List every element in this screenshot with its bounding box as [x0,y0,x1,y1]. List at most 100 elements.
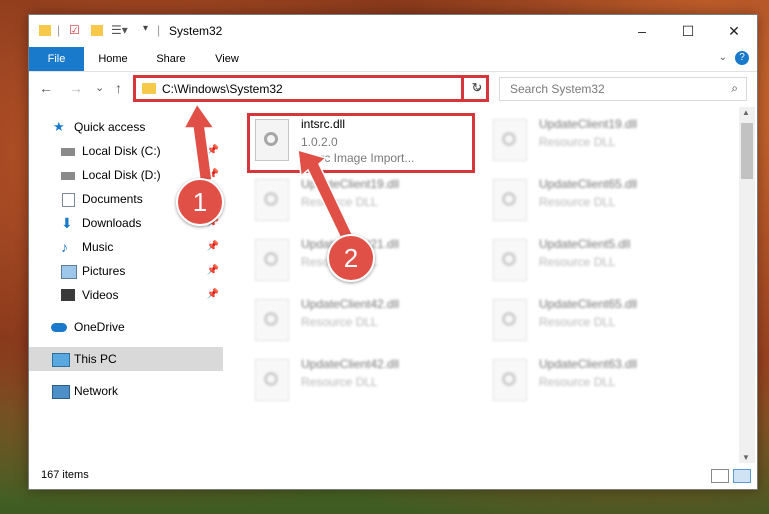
computer-icon [52,353,70,367]
large-icons-view-icon[interactable] [733,469,751,483]
file-item[interactable]: UpdateClient63.dll Resource DLL [487,353,717,411]
network-icon [52,385,70,399]
file-item[interactable]: UpdateClient65.dll Resource DLL [487,173,717,231]
sidebar-item-label: Downloads [82,216,142,230]
highlight-address-bar [133,75,489,102]
file-description: Resource DLL [539,135,616,149]
step-badge-1: 1 [176,178,224,226]
file-item[interactable]: UpdateClient65.dll Resource DLL [487,293,717,351]
pin-icon[interactable]: 📌 [207,235,219,259]
sidebar-item-label: OneDrive [74,320,125,334]
chevron-down-icon[interactable]: ⌄ [719,52,727,63]
dll-file-icon [493,359,527,401]
file-name: UpdateClient65.dll [539,177,638,191]
dll-file-icon [493,179,527,221]
file-item[interactable]: UpdateClient42.dll Resource DLL [249,353,479,411]
file-name: UpdateClient19.dll [301,177,400,191]
cloud-icon [51,323,67,332]
sidebar-item-label: Music [82,240,114,254]
new-folder-icon[interactable] [91,25,103,36]
dll-file-icon [255,179,289,221]
download-icon: ⬇ [61,215,73,231]
status-bar: 167 items [29,463,757,489]
file-name: UpdateClient65.dll [539,297,638,311]
vertical-scrollbar[interactable]: ▲ ▼ [739,107,755,463]
highlight-file-item [247,113,475,173]
file-description: Resource DLL [539,195,616,209]
title-bar: | ☑ ☰▾ ▾ | System32 – ☐ ✕ [29,15,757,47]
item-count: 167 items [41,469,89,481]
dll-file-icon [255,359,289,401]
step-badge-2: 2 [327,234,375,282]
sidebar-item-label: Local Disk (D:) [82,168,161,182]
back-button[interactable]: ← [39,80,53,96]
scrollbar-thumb[interactable] [741,123,753,179]
close-button[interactable]: ✕ [711,15,757,47]
file-item[interactable]: UpdateClient5.dll Resource DLL [487,233,717,291]
documents-icon [62,193,75,207]
recent-locations-button[interactable]: ⌄ [95,81,104,94]
file-item[interactable]: UpdateClient19.dll Resource DLL [487,113,717,171]
file-name: UpdateClient63.dll [539,357,638,371]
pin-icon[interactable]: 📌 [207,139,219,163]
file-name: UpdateClient42.dll [301,297,400,311]
star-icon: ★ [53,119,65,134]
details-view-icon[interactable] [711,469,729,483]
dll-file-icon [255,299,289,341]
tab-file[interactable]: File [29,47,84,71]
pictures-icon [61,265,77,279]
sidebar-item-network[interactable]: Network [29,379,223,403]
sidebar-item-this-pc[interactable]: This PC [29,347,223,371]
up-button[interactable]: ↑ [115,80,122,96]
sidebar-item-pictures[interactable]: Pictures 📌 [29,259,223,283]
pin-icon[interactable]: 📌 [207,259,219,283]
scroll-down-icon[interactable]: ▼ [742,453,750,462]
separator: | [157,23,161,37]
tab-view[interactable]: View [205,47,249,71]
sidebar-item-label: Documents [82,192,143,206]
file-description: Resource DLL [301,195,378,209]
file-item[interactable]: UpdateClient42.dll Resource DLL [249,293,479,351]
dll-file-icon [255,239,289,281]
file-description: Resource DLL [539,315,616,329]
dll-file-icon [493,119,527,161]
file-item[interactable]: UpdateClient19.dll Resource DLL [249,173,479,231]
file-name: UpdateClient42.dll [301,357,400,371]
sidebar-item-label: Quick access [74,120,146,134]
videos-icon [61,289,75,301]
file-name: UpdateClient19.dll [539,117,638,131]
folder-icon [39,25,51,36]
sidebar-item-music[interactable]: ♪ Music 📌 [29,235,223,259]
separator: | [57,23,61,37]
dll-file-icon [493,239,527,281]
ribbon-tabs: File Home Share View ⌄ ? [29,47,757,72]
minimize-button[interactable]: – [619,15,665,47]
scroll-up-icon[interactable]: ▲ [742,108,750,117]
sidebar-item-label: This PC [74,352,117,366]
customize-icon[interactable]: ☰▾ [111,23,128,37]
tab-home[interactable]: Home [91,47,135,71]
window-title: System32 [169,24,223,38]
search-input[interactable]: Search System32 ⌕ [499,77,747,101]
highlight-refresh [461,75,489,102]
search-icon[interactable]: ⌕ [731,81,738,96]
maximize-button[interactable]: ☐ [665,15,711,47]
quick-access-dropdown-icon[interactable]: ▾ [143,23,148,34]
sidebar-item-quick-access[interactable]: ★ Quick access [29,115,223,139]
sidebar-item-onedrive[interactable]: OneDrive [29,315,223,339]
sidebar-item-label: Network [74,384,119,398]
sidebar-item-local-disk-c[interactable]: Local Disk (C:) 📌 [29,139,223,163]
sidebar-item-videos[interactable]: Videos 📌 [29,283,223,307]
drive-icon [61,148,75,156]
file-description: Resource DLL [301,375,378,389]
properties-icon[interactable]: ☑ [69,23,80,37]
sidebar-item-label: Local Disk (C:) [82,144,161,158]
music-icon: ♪ [61,239,68,255]
sidebar-item-label: Pictures [82,264,126,278]
pin-icon[interactable]: 📌 [207,283,219,307]
sidebar-item-label: Videos [82,288,119,302]
search-placeholder: Search System32 [510,82,605,96]
help-icon[interactable]: ? [735,51,749,65]
forward-button[interactable]: → [69,80,83,96]
tab-share[interactable]: Share [149,47,193,71]
